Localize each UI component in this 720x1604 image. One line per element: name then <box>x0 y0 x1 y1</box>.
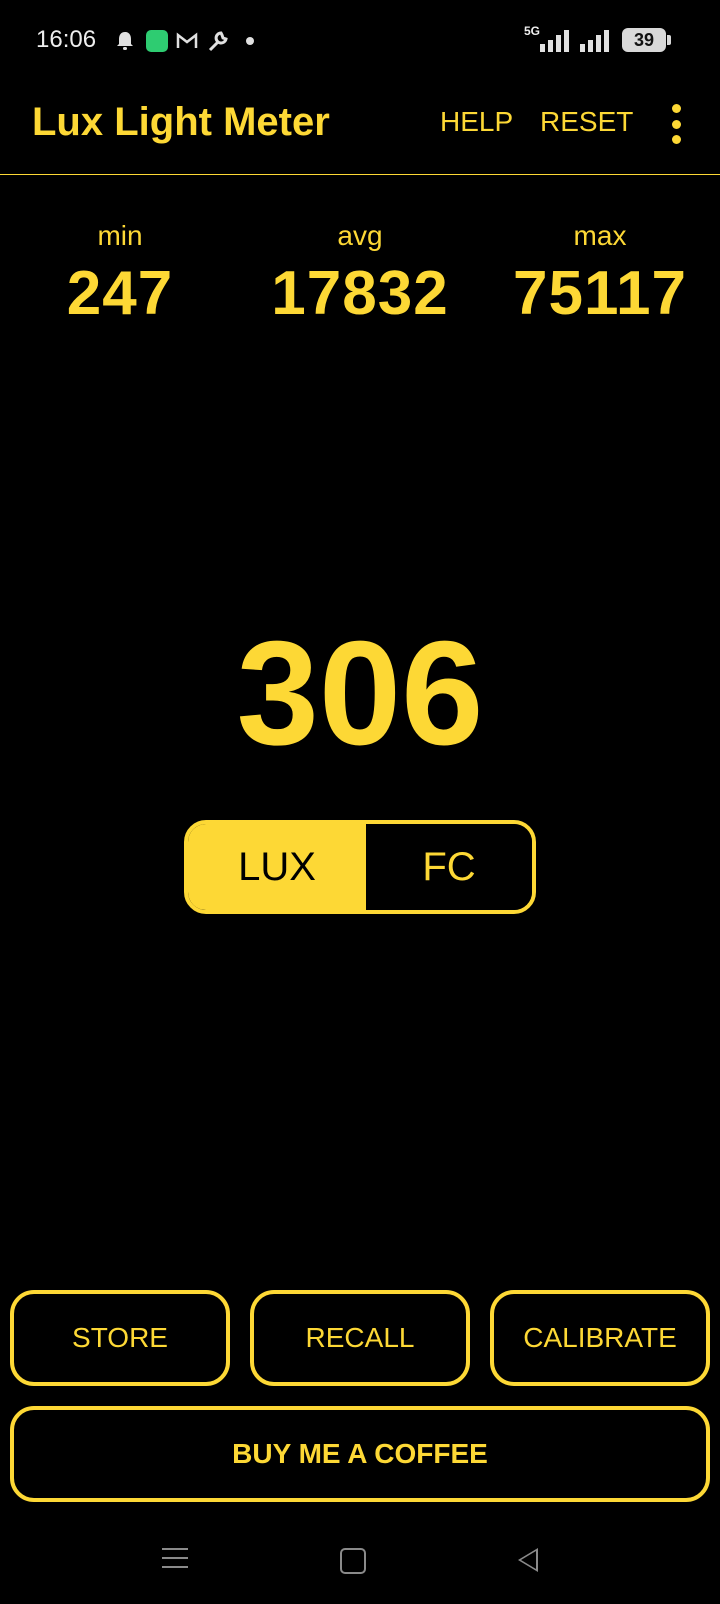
unit-fc-button[interactable]: FC <box>366 824 532 910</box>
stat-min: min 247 <box>0 220 240 329</box>
app-bar: Lux Light Meter HELP RESET <box>0 82 720 175</box>
recall-button[interactable]: RECALL <box>250 1290 470 1386</box>
app-title: Lux Light Meter <box>32 100 330 144</box>
calibrate-button[interactable]: CALIBRATE <box>490 1290 710 1386</box>
unit-toggle: LUX FC <box>184 820 536 914</box>
current-reading: 306 <box>236 611 484 776</box>
signal-icon-2 <box>580 30 609 52</box>
battery-icon: 39 <box>622 28 671 52</box>
back-icon[interactable] <box>518 1548 538 1572</box>
stat-avg-label: avg <box>337 220 383 251</box>
gmail-icon <box>176 32 198 48</box>
stat-avg-value: 17832 <box>271 259 449 328</box>
stat-avg: avg 17832 <box>240 220 480 329</box>
status-bar: 16:06 5G 39 <box>0 0 720 82</box>
status-time: 16:06 <box>36 26 97 53</box>
home-icon[interactable] <box>340 1548 366 1574</box>
unit-lux-button[interactable]: LUX <box>188 824 366 910</box>
stat-max-value: 75117 <box>513 259 687 328</box>
buy-me-a-coffee-button[interactable]: BUY ME A COFFEE <box>10 1406 710 1502</box>
battery-saver-icon <box>146 30 168 52</box>
network-type: 5G <box>524 24 541 38</box>
signal-icon <box>540 30 569 52</box>
dot-icon <box>246 37 254 45</box>
stat-max-label: max <box>573 220 627 251</box>
stat-max: max 75117 <box>480 220 720 329</box>
store-button[interactable]: STORE <box>10 1290 230 1386</box>
more-options-icon[interactable] <box>668 104 684 144</box>
bell-icon <box>117 32 133 50</box>
recent-apps-icon[interactable] <box>162 1548 188 1568</box>
stat-min-value: 247 <box>66 259 174 328</box>
wrench-icon <box>208 31 228 52</box>
stat-min-label: min <box>97 220 143 251</box>
reset-button[interactable]: RESET <box>540 106 633 138</box>
help-button[interactable]: HELP <box>440 106 513 138</box>
system-nav-bar <box>0 1530 720 1604</box>
